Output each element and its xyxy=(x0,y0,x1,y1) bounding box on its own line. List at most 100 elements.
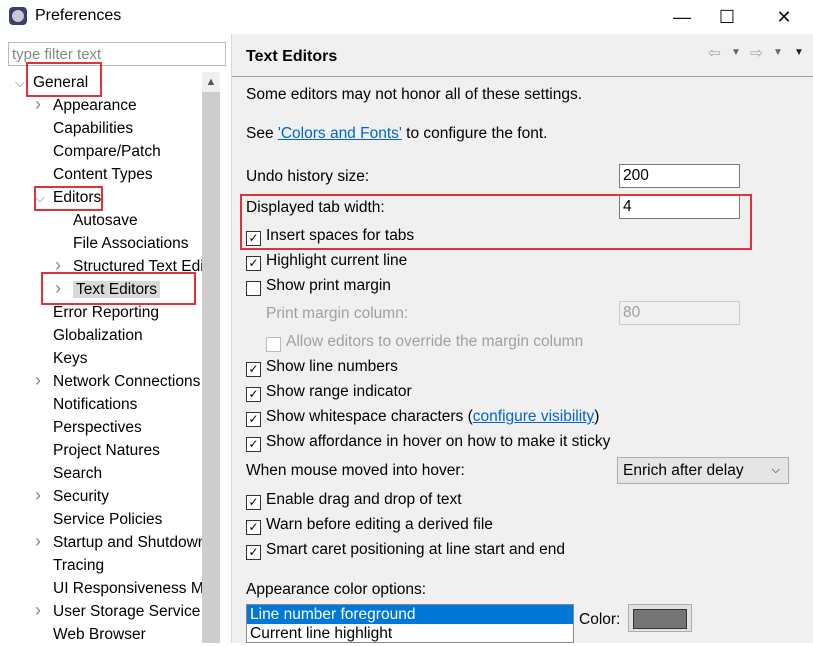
checkbox-label[interactable]: Show line numbers xyxy=(266,358,398,376)
forward-icon[interactable]: ⇨ xyxy=(750,44,763,63)
tree-item[interactable]: UI Responsiveness Monitoring xyxy=(53,577,202,600)
color-label: Color: xyxy=(579,611,621,628)
scrollbar-thumb[interactable] xyxy=(202,92,220,643)
tree-item[interactable]: File Associations xyxy=(73,232,202,255)
tree-item[interactable]: Tracing xyxy=(53,554,202,577)
forward-menu-icon[interactable]: ▼ xyxy=(773,47,783,58)
tree-item[interactable]: Editors xyxy=(53,186,202,209)
chevron-right-icon[interactable]: › xyxy=(35,485,41,506)
checkbox-label[interactable]: Show print margin xyxy=(266,277,391,295)
tree-item-label: Capabilities xyxy=(53,120,134,137)
tree-item-label: Security xyxy=(53,488,109,505)
tree-item[interactable]: Startup and Shutdown xyxy=(53,531,202,554)
scroll-up-icon[interactable]: ▲ xyxy=(202,72,220,92)
tree-item[interactable]: Capabilities xyxy=(53,117,202,140)
chevron-right-icon[interactable]: › xyxy=(35,94,41,115)
checkbox[interactable] xyxy=(266,337,281,352)
tree-item[interactable]: Keys xyxy=(53,347,202,370)
checkbox[interactable]: ✓ xyxy=(246,387,261,402)
tree-item[interactable]: Notifications xyxy=(53,393,202,416)
tree-item[interactable]: User Storage Service xyxy=(53,600,202,623)
checkbox-label[interactable]: Smart caret positioning at line start an… xyxy=(266,541,565,559)
checkbox[interactable]: ✓ xyxy=(246,256,261,271)
color-picker-button[interactable] xyxy=(628,604,692,632)
tree-item[interactable]: Content Types xyxy=(53,163,202,186)
checkbox-text: Smart caret positioning at line start an… xyxy=(266,541,565,558)
checkbox-label[interactable]: Highlight current line xyxy=(266,252,407,270)
hover-select[interactable]: Enrich after delay ⌵ xyxy=(617,457,789,484)
close-button[interactable]: ✕ xyxy=(764,4,804,30)
tree-item[interactable]: Search xyxy=(53,462,202,485)
checkbox-label[interactable]: Insert spaces for tabs xyxy=(266,227,414,245)
tree-item[interactable]: Service Policies xyxy=(53,508,202,531)
tree-item-label: Autosave xyxy=(73,212,138,229)
chevron-right-icon[interactable]: › xyxy=(55,278,61,299)
chevron-right-icon[interactable]: › xyxy=(35,370,41,391)
print-margin-column-label: Print margin column: xyxy=(266,305,409,322)
minimize-button[interactable]: — xyxy=(662,4,702,30)
checkbox-label[interactable]: Show affordance in hover on how to make … xyxy=(266,433,610,451)
tree-item-label: Structured Text Editors xyxy=(73,258,202,275)
tree-item-label: Network Connections xyxy=(53,373,201,390)
tree-item[interactable]: Network Connections xyxy=(53,370,202,393)
tree-item[interactable]: Text Editors xyxy=(73,278,202,301)
tree-item-label: UI Responsiveness Monitoring xyxy=(53,580,202,597)
checkbox-text: Insert spaces for tabs xyxy=(266,227,415,244)
undo-history-input[interactable]: 200 xyxy=(619,164,740,188)
tree-item[interactable]: Project Natures xyxy=(53,439,202,462)
tree-item[interactable]: Compare/Patch xyxy=(53,140,202,163)
checkbox[interactable]: ✓ xyxy=(246,545,261,560)
tree-item[interactable]: Autosave xyxy=(73,209,202,232)
checkbox-label[interactable]: Enable drag and drop of text xyxy=(266,491,462,509)
back-menu-icon[interactable]: ▼ xyxy=(731,47,741,58)
view-menu-icon[interactable]: ▼ xyxy=(794,47,804,58)
checkbox[interactable] xyxy=(246,281,261,296)
checkbox-label[interactable]: Show range indicator xyxy=(266,383,412,401)
title-bar: Preferences — ☐ ✕ xyxy=(0,0,813,34)
hover-select-value: Enrich after delay xyxy=(623,462,744,479)
color-options-list[interactable]: Line number foreground Current line high… xyxy=(246,604,574,643)
tree-item[interactable]: Structured Text Editors xyxy=(73,255,202,278)
tree-item-label: Appearance xyxy=(53,97,137,114)
tree-item-label: File Associations xyxy=(73,235,189,252)
tree-item-label: Keys xyxy=(53,350,88,367)
color-option-item[interactable]: Current line highlight xyxy=(247,624,573,643)
chevron-down-icon: ⌵ xyxy=(771,464,780,476)
chevron-right-icon[interactable]: › xyxy=(55,255,61,276)
checkbox-label[interactable]: Show whitespace characters (configure vi… xyxy=(266,408,599,426)
checkbox[interactable]: ✓ xyxy=(246,412,261,427)
tree-item-label: Project Natures xyxy=(53,442,160,459)
checkbox[interactable]: ✓ xyxy=(246,520,261,535)
checkbox-label[interactable]: Warn before editing a derived file xyxy=(266,516,493,534)
tree-item[interactable]: Globalization xyxy=(53,324,202,347)
tree-item-label: Error Reporting xyxy=(53,304,159,321)
chevron-right-icon[interactable]: › xyxy=(35,531,41,552)
tree-item[interactable]: Security xyxy=(53,485,202,508)
checkbox[interactable]: ✓ xyxy=(246,231,261,246)
checkbox[interactable]: ✓ xyxy=(246,362,261,377)
checkbox-label[interactable]: Allow editors to override the margin col… xyxy=(286,333,583,351)
print-margin-column-input[interactable]: 80 xyxy=(619,301,740,325)
chevron-down-icon[interactable]: ⌵ xyxy=(35,190,45,206)
tree-item[interactable]: Error Reporting xyxy=(53,301,202,324)
chevron-down-icon[interactable]: ⌵ xyxy=(15,75,25,91)
back-icon[interactable]: ⇦ xyxy=(708,44,721,63)
configure-visibility-link[interactable]: configure visibility xyxy=(473,408,594,425)
maximize-button[interactable]: ☐ xyxy=(707,4,747,30)
chevron-right-icon[interactable]: › xyxy=(35,600,41,621)
tree-item-label: Tracing xyxy=(53,557,105,574)
tree-item-label: Compare/Patch xyxy=(53,143,161,160)
tree-item-label: Content Types xyxy=(53,166,153,183)
colors-and-fonts-link[interactable]: 'Colors and Fonts' xyxy=(278,125,402,142)
checkbox-text: Show affordance in hover on how to make … xyxy=(266,433,611,450)
tree-item[interactable]: General xyxy=(33,71,202,94)
checkbox-text: Enable drag and drop of text xyxy=(266,491,462,508)
tree-item[interactable]: Perspectives xyxy=(53,416,202,439)
appearance-color-label: Appearance color options: xyxy=(246,581,427,598)
window-title: Preferences xyxy=(35,7,122,24)
checkbox[interactable]: ✓ xyxy=(246,437,261,452)
checkbox[interactable]: ✓ xyxy=(246,495,261,510)
color-option-item[interactable]: Line number foreground xyxy=(247,605,573,624)
tree-item-label: Globalization xyxy=(53,327,143,344)
tree-item[interactable]: Appearance xyxy=(53,94,202,117)
